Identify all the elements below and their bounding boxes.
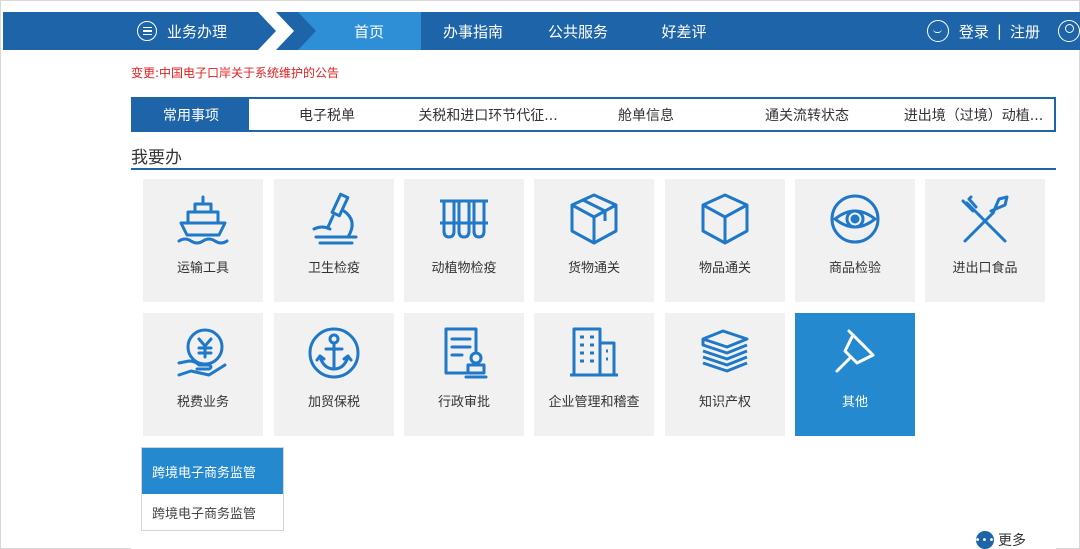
nav-guide[interactable]: 办事指南 (421, 12, 525, 50)
user-icon[interactable] (1058, 20, 1080, 42)
pin-icon (825, 325, 885, 381)
more-link[interactable]: ••• 更多 (975, 530, 1026, 549)
tile-cargo-clearance[interactable]: 货物通关 (534, 179, 654, 302)
tab-common-items[interactable]: 常用事项 (133, 99, 249, 130)
auth-separator: | (996, 22, 1002, 40)
tile-transport[interactable]: 运输工具 (143, 179, 263, 302)
main-nav: 首页 办事指南 公共服务 好差评 (317, 12, 737, 50)
fork-knife-icon (955, 191, 1015, 247)
tab-tariff[interactable]: 关税和进口环节代征... (405, 99, 571, 130)
cross-border-menu-header[interactable]: 跨境电子商务监管 (142, 448, 283, 494)
document-stamp-icon (434, 325, 494, 381)
nav-review[interactable]: 好差评 (631, 12, 737, 50)
microscope-icon (304, 191, 364, 247)
tab-e-tax-bill[interactable]: 电子税单 (249, 99, 405, 130)
nav-divider-chevron (258, 12, 318, 50)
tile-goods-clearance[interactable]: 物品通关 (665, 179, 785, 302)
nav-public-service[interactable]: 公共服务 (525, 12, 631, 50)
login-link[interactable]: 登录 (959, 21, 989, 42)
business-menu-label: 业务办理 (167, 22, 228, 41)
tile-animal-plant-quarantine[interactable]: 动植物检疫 (404, 179, 524, 302)
tile-label: 动植物检疫 (431, 261, 497, 276)
tile-health-quarantine[interactable]: 卫生检疫 (274, 179, 394, 302)
stack-icon (695, 325, 755, 381)
eye-icon (825, 191, 885, 247)
cross-border-menu: 跨境电子商务监管 跨境电子商务监管 (141, 447, 284, 531)
test-tubes-icon (434, 191, 494, 247)
top-nav-bar: 业务办理 首页 办事指南 公共服务 好差评 登录 | 注册 (3, 12, 1080, 50)
ship-icon (173, 191, 233, 247)
menu-circle-icon (137, 21, 157, 41)
tile-label: 卫生检疫 (307, 261, 360, 276)
more-dots-icon: ••• (975, 531, 994, 549)
yuan-hand-icon (173, 325, 233, 381)
auth-area: 登录 | 注册 (926, 12, 1040, 50)
tile-label: 货物通关 (567, 261, 620, 276)
notice-link[interactable]: 变更:中国电子口岸关于系统维护的公告 (131, 64, 339, 81)
cube-icon (695, 191, 755, 247)
tile-import-export-food[interactable]: 进出口食品 (925, 179, 1045, 302)
tile-label: 知识产权 (698, 395, 751, 410)
tile-commodity-inspection[interactable]: 商品检验 (795, 179, 915, 302)
tile-tax-fees[interactable]: 税费业务 (143, 313, 263, 436)
nav-home[interactable]: 首页 (317, 12, 421, 50)
tab-clearance-status[interactable]: 通关流转状态 (721, 99, 893, 130)
package-icon (564, 191, 624, 247)
tile-label: 进出口食品 (952, 261, 1018, 276)
tile-label: 企业管理和稽查 (548, 395, 640, 410)
tile-enterprise-audit[interactable]: 企业管理和稽查 (534, 313, 654, 436)
category-tabs: 常用事项 电子税单 关税和进口环节代征... 舱单信息 通关流转状态 进出境（过… (131, 97, 1056, 132)
tile-other[interactable]: 其他 (795, 313, 915, 436)
tile-label: 运输工具 (176, 261, 229, 276)
tile-administrative-approval[interactable]: 行政审批 (404, 313, 524, 436)
tile-processing-bonded[interactable]: 加贸保税 (274, 313, 394, 436)
cross-border-menu-item[interactable]: 跨境电子商务监管 (142, 494, 283, 530)
tile-label: 商品检验 (828, 261, 881, 276)
tile-label: 其他 (841, 395, 868, 410)
tile-label: 加贸保税 (307, 395, 360, 410)
anchor-icon (304, 325, 364, 381)
tile-label: 税费业务 (176, 395, 229, 410)
building-icon (564, 325, 624, 381)
more-label: 更多 (998, 533, 1026, 549)
tile-label: 物品通关 (698, 261, 751, 276)
section-divider (131, 168, 1056, 170)
tab-manifest[interactable]: 舱单信息 (571, 99, 721, 130)
chat-icon[interactable] (926, 20, 949, 42)
business-menu-button[interactable]: 业务办理 (137, 12, 227, 50)
tile-label: 行政审批 (437, 395, 490, 410)
register-link[interactable]: 注册 (1010, 21, 1040, 42)
tab-quarantine[interactable]: 进出境（过境）动植... (893, 99, 1054, 130)
tile-intellectual-property[interactable]: 知识产权 (665, 313, 785, 436)
section-title: 我要办 (131, 148, 182, 168)
